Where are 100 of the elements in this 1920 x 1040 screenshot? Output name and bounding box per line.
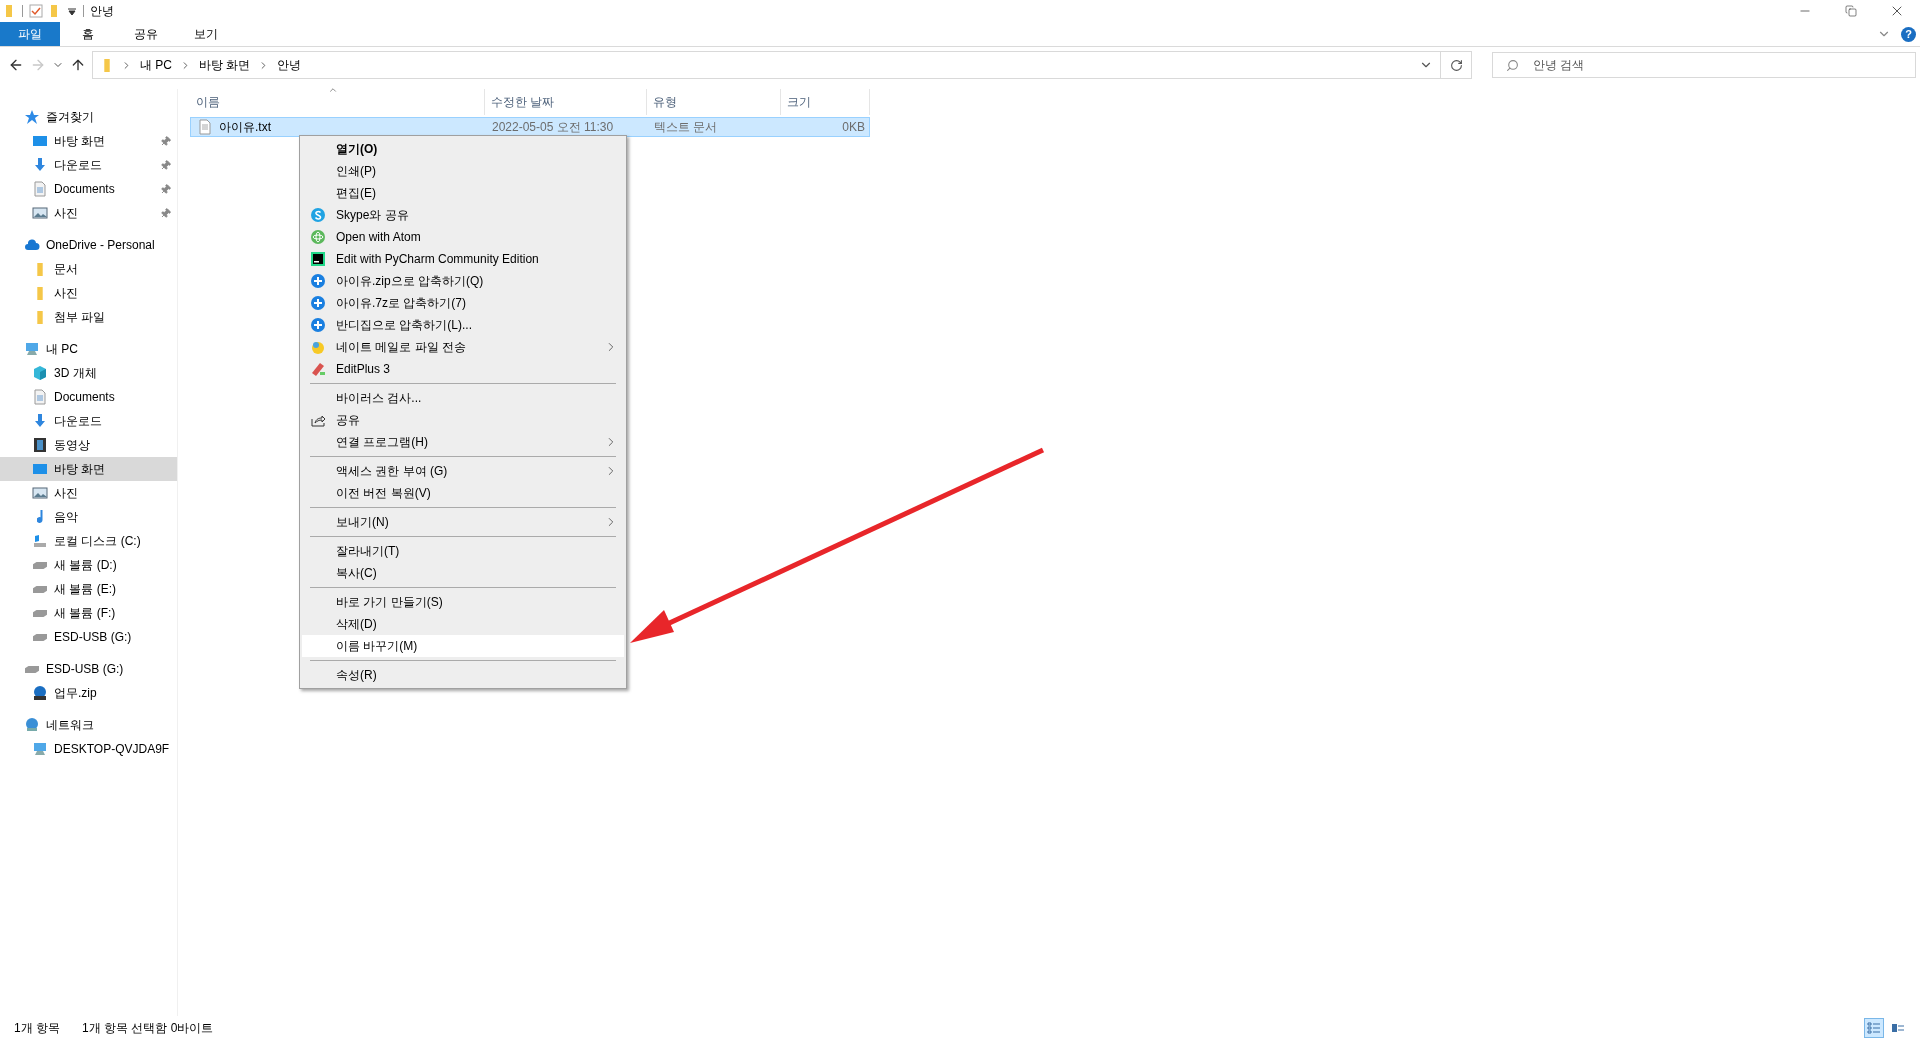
sidebar-item[interactable]: Documents xyxy=(0,177,177,201)
folder-icon xyxy=(37,310,43,324)
plus-circle-icon xyxy=(310,317,326,333)
sidebar-section[interactable]: 즐겨찾기 xyxy=(0,105,177,129)
back-button[interactable] xyxy=(8,57,24,73)
sidebar-item[interactable]: 새 볼륨 (E:) xyxy=(0,577,177,601)
menu-item[interactable]: 삭제(D) xyxy=(302,613,624,635)
menu-item[interactable]: 바로 가기 만들기(S) xyxy=(302,591,624,613)
document-icon xyxy=(32,181,48,197)
menu-item[interactable]: 반디집으로 압축하기(L)... xyxy=(302,314,624,336)
document-icon xyxy=(32,389,48,405)
sidebar-item[interactable]: 첨부 파일 xyxy=(0,305,177,329)
menu-item[interactable]: 네이트 메일로 파일 전송 xyxy=(302,336,624,358)
network-icon xyxy=(24,717,40,733)
details-view-icon xyxy=(1867,1021,1881,1035)
menu-item[interactable]: 바이러스 검사... xyxy=(302,387,624,409)
menu-item[interactable]: 연결 프로그램(H) xyxy=(302,431,624,453)
search-field[interactable]: 안녕 검색 xyxy=(1492,52,1916,78)
sidebar-item[interactable]: 다운로드 xyxy=(0,153,177,177)
menu-item[interactable]: 속성(R) xyxy=(302,664,624,686)
menu-item[interactable]: 공유 xyxy=(302,409,624,431)
plus-circle-icon xyxy=(310,273,326,289)
file-row[interactable]: 아이유.txt 2022-05-05 오전 11:30 텍스트 문서 0KB xyxy=(190,117,870,137)
menu-item[interactable]: 이전 버전 복원(V) xyxy=(302,482,624,504)
menu-item[interactable]: Open with Atom xyxy=(302,226,624,248)
zip-file-icon xyxy=(32,685,48,701)
download-icon xyxy=(32,413,48,429)
column-header[interactable]: 이름 xyxy=(190,89,485,115)
sidebar-item[interactable]: DESKTOP-QVJDA9F xyxy=(0,737,177,761)
sidebar-section[interactable]: OneDrive - Personal xyxy=(0,233,177,257)
column-header[interactable]: 유형 xyxy=(647,89,781,115)
ribbon-tab[interactable]: 보기 xyxy=(176,22,236,46)
sort-ascending-icon xyxy=(328,85,338,95)
window-title: 안녕 xyxy=(90,2,114,20)
sidebar-item[interactable]: ESD-USB (G:) xyxy=(0,625,177,649)
menu-item[interactable]: 아이유.7z로 압축하기(7) xyxy=(302,292,624,314)
download-icon xyxy=(32,157,48,173)
menu-item[interactable]: Edit with PyCharm Community Edition xyxy=(302,248,624,270)
up-button[interactable] xyxy=(70,57,86,73)
menu-item[interactable]: 편집(E) xyxy=(302,182,624,204)
sidebar-item[interactable]: 로컬 디스크 (C:) xyxy=(0,529,177,553)
address-field[interactable]: 내 PC 바탕 화면 안녕 xyxy=(92,51,1472,79)
ribbon-tab[interactable]: 파일 xyxy=(0,22,60,46)
sidebar-item[interactable]: 사진 xyxy=(0,481,177,505)
breadcrumb[interactable]: 바탕 화면 xyxy=(197,56,253,74)
sidebar-item[interactable]: 업무.zip xyxy=(0,681,177,705)
sidebar-item[interactable]: 문서 xyxy=(0,257,177,281)
sidebar-item[interactable]: 새 볼륨 (D:) xyxy=(0,553,177,577)
sidebar-section[interactable]: 내 PC xyxy=(0,337,177,361)
sidebar-item[interactable]: 음악 xyxy=(0,505,177,529)
sidebar-item[interactable]: 동영상 xyxy=(0,433,177,457)
menu-item[interactable]: 복사(C) xyxy=(302,562,624,584)
tiles-view-icon xyxy=(1891,1021,1905,1035)
dropdown-icon[interactable] xyxy=(67,6,77,16)
picture-icon xyxy=(32,485,48,501)
sidebar-item[interactable]: 새 볼륨 (F:) xyxy=(0,601,177,625)
sidebar-item[interactable]: 3D 개체 xyxy=(0,361,177,385)
ribbon-tab[interactable]: 공유 xyxy=(116,22,176,46)
monitor-icon xyxy=(32,461,48,477)
picture-icon xyxy=(32,205,48,221)
ribbon-tab[interactable]: 홈 xyxy=(60,22,116,46)
folder-icon xyxy=(37,262,43,276)
help-button[interactable]: ? xyxy=(1901,26,1916,42)
menu-item[interactable]: 액세스 권한 부여 (G) xyxy=(302,460,624,482)
menu-item[interactable]: 잘라내기(T) xyxy=(302,540,624,562)
sidebar-item[interactable]: Documents xyxy=(0,385,177,409)
sidebar-item[interactable]: 사진 xyxy=(0,281,177,305)
menu-item[interactable]: 이름 바꾸기(M) xyxy=(302,635,624,657)
film-icon xyxy=(32,437,48,453)
drive-icon xyxy=(33,561,47,569)
view-button[interactable] xyxy=(1864,1018,1884,1038)
menu-item[interactable]: 열기(O) xyxy=(302,138,624,160)
column-header[interactable]: 크기 xyxy=(781,89,870,115)
sidebar-item[interactable]: 바탕 화면 xyxy=(0,457,177,481)
folder-icon xyxy=(104,58,110,72)
menu-item[interactable]: 인쇄(P) xyxy=(302,160,624,182)
date-cell-text: 2022-05-05 오전 11:30 xyxy=(491,118,615,136)
sidebar-section[interactable]: ESD-USB (G:) xyxy=(0,657,177,681)
sidebar-item[interactable]: 사진 xyxy=(0,201,177,225)
menu-item[interactable]: Skype와 공유 xyxy=(302,204,624,226)
search-icon xyxy=(1506,59,1519,72)
folder-icon xyxy=(37,286,43,300)
file-name: 아이유.txt xyxy=(219,118,271,136)
menu-item[interactable]: 아이유.zip으로 압축하기(Q) xyxy=(302,270,624,292)
monitor-icon xyxy=(32,133,48,149)
smiley-icon xyxy=(310,339,326,355)
menu-item[interactable]: 보내기(N) xyxy=(302,511,624,533)
sidebar-item[interactable]: 바탕 화면 xyxy=(0,129,177,153)
sidebar-section[interactable]: 네트워크 xyxy=(0,713,177,737)
column-header[interactable]: 수정한 날짜 xyxy=(485,89,647,115)
menu-item[interactable]: EditPlus 3 xyxy=(302,358,624,380)
checkmark-icon[interactable] xyxy=(29,4,43,18)
type-cell-text: 텍스트 문서 xyxy=(653,118,719,136)
status-text: 1개 항목 xyxy=(14,1019,60,1037)
plus-circle-icon xyxy=(310,295,326,311)
breadcrumb[interactable]: 내 PC xyxy=(138,56,174,74)
cloud-icon xyxy=(24,237,40,253)
sidebar-item[interactable]: 다운로드 xyxy=(0,409,177,433)
breadcrumb[interactable]: 안녕 xyxy=(275,56,304,74)
drive-icon xyxy=(32,533,48,549)
